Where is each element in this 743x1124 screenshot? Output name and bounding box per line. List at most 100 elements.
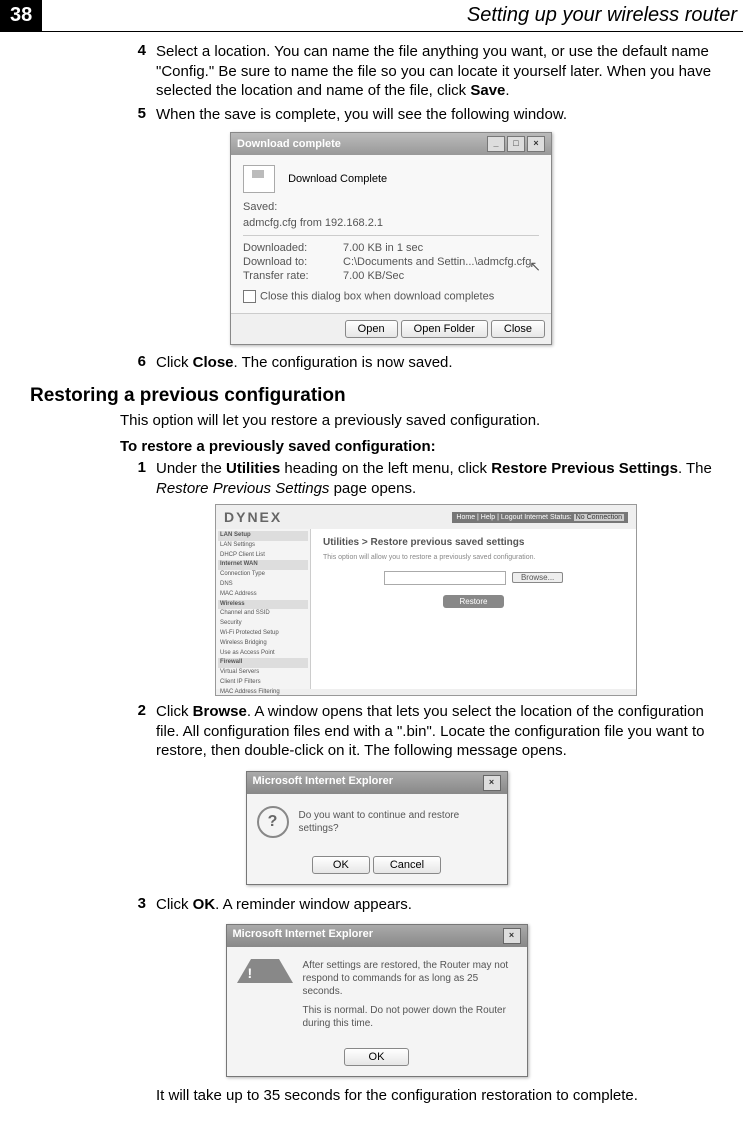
text: . The configuration is now saved.: [234, 354, 453, 371]
saved-file: admcfg.cfg from 192.168.2.1: [243, 217, 539, 229]
download-to-value: C:\Documents and Settin...\admcfg.cfg: [343, 256, 531, 268]
ok-keyword: OK: [193, 896, 216, 913]
dialog-title: Download complete: [237, 138, 487, 150]
text: Under the: [156, 460, 226, 477]
sidebar-item[interactable]: MAC Address: [218, 590, 308, 600]
question-icon: ?: [257, 806, 289, 838]
cursor-icon: ↖: [529, 258, 541, 275]
ok-button[interactable]: OK: [312, 856, 370, 874]
sidebar-item[interactable]: Connection Type: [218, 570, 308, 580]
router-logo: DYNEX: [224, 509, 282, 525]
sidebar-item[interactable]: Wi-Fi Protected Setup: [218, 629, 308, 639]
saved-label: Saved:: [243, 201, 539, 213]
close-button[interactable]: Close: [491, 320, 545, 338]
dialog-titlebar: Microsoft Internet Explorer ×: [247, 772, 507, 794]
step-text: Click OK. A reminder window appears.: [156, 895, 723, 915]
browse-button[interactable]: Browse...: [512, 572, 563, 583]
close-button[interactable]: ×: [503, 928, 521, 944]
ok-button[interactable]: OK: [344, 1048, 410, 1066]
sidebar-item[interactable]: Channel and SSID: [218, 609, 308, 619]
sidebar-item[interactable]: LAN Settings: [218, 541, 308, 551]
checkbox-label: Close this dialog box when download comp…: [260, 290, 494, 302]
ie-warning-dialog: Microsoft Internet Explorer × After sett…: [226, 924, 528, 1077]
sidebar-item[interactable]: Wireless Bridging: [218, 639, 308, 649]
step-text: When the save is complete, you will see …: [156, 105, 723, 125]
text: Click: [156, 703, 193, 720]
router-main: Utilities > Restore previous saved setti…: [311, 529, 636, 689]
maximize-button[interactable]: □: [507, 136, 525, 152]
router-ui-screenshot: DYNEX Home | Help | Logout Internet Stat…: [215, 504, 637, 696]
step-number: 3: [120, 895, 146, 915]
close-button[interactable]: ×: [527, 136, 545, 152]
page-number: 38: [0, 0, 42, 31]
dialog-titlebar: Download complete _ □ ×: [231, 133, 551, 155]
step-3: 3 Click OK. A reminder window appears.: [120, 895, 723, 915]
step-text: Under the Utilities heading on the left …: [156, 459, 723, 498]
dialog-text: Do you want to continue and restore sett…: [299, 809, 497, 835]
router-page-desc: This option will allow you to restore a …: [323, 554, 624, 561]
close-dialog-checkbox[interactable]: [243, 290, 256, 303]
step-4: 4 Select a location. You can name the fi…: [120, 42, 723, 101]
transfer-rate-value: 7.00 KB/Sec: [343, 270, 404, 282]
download-complete-text: Download Complete: [288, 173, 387, 185]
utilities-keyword: Utilities: [226, 460, 280, 477]
minimize-button[interactable]: _: [487, 136, 505, 152]
nav-tabs-text: Home | Help | Logout Internet Status:: [456, 514, 571, 521]
step-1: 1 Under the Utilities heading on the lef…: [120, 459, 723, 498]
step-number: 1: [120, 459, 146, 498]
step-5: 5 When the save is complete, you will se…: [120, 105, 723, 125]
cancel-button[interactable]: Cancel: [373, 856, 441, 874]
section-subheading: To restore a previously saved configurat…: [120, 438, 723, 455]
dialog-titlebar: Microsoft Internet Explorer ×: [227, 925, 527, 947]
download-complete-dialog: Download complete _ □ × Download Complet…: [230, 132, 552, 345]
text: .: [505, 82, 509, 99]
sidebar-item[interactable]: Virtual Servers: [218, 668, 308, 678]
text: Select a location. You can name the file…: [156, 43, 711, 99]
close-keyword: Close: [193, 354, 234, 371]
downloaded-label: Downloaded:: [243, 242, 343, 254]
step-number: 2: [120, 702, 146, 761]
close-button[interactable]: ×: [483, 775, 501, 791]
text: Click: [156, 354, 193, 371]
header-title: Setting up your wireless router: [467, 4, 743, 27]
file-path-input[interactable]: [384, 571, 506, 585]
text: . The: [678, 460, 712, 477]
sidebar-item[interactable]: DNS: [218, 580, 308, 590]
downloaded-value: 7.00 KB in 1 sec: [343, 242, 423, 254]
step-number: 6: [120, 353, 146, 373]
restore-previous-settings-keyword: Restore Previous Settings: [491, 460, 678, 477]
sidebar-item[interactable]: Security: [218, 619, 308, 629]
warning-icon: [237, 959, 293, 983]
sidebar-group-wan: Internet WAN: [218, 560, 308, 570]
ie-confirm-dialog: Microsoft Internet Explorer × ? Do you w…: [246, 771, 508, 885]
open-folder-button[interactable]: Open Folder: [401, 320, 488, 338]
download-to-label: Download to:: [243, 256, 343, 268]
sidebar-item[interactable]: Client IP Filters: [218, 678, 308, 688]
dialog-title: Microsoft Internet Explorer: [233, 928, 503, 944]
section-intro: This option will let you restore a previ…: [120, 411, 723, 431]
text: . A reminder window appears.: [215, 896, 412, 913]
step-2: 2 Click Browse. A window opens that lets…: [120, 702, 723, 761]
download-icon: [243, 165, 275, 193]
sidebar-item[interactable]: Use as Access Point: [218, 649, 308, 659]
browse-keyword: Browse: [193, 703, 247, 720]
router-page-title: Utilities > Restore previous saved setti…: [323, 537, 624, 548]
restore-button[interactable]: Restore: [443, 595, 503, 608]
sidebar-item[interactable]: MAC Address Filtering: [218, 688, 308, 696]
transfer-rate-label: Transfer rate:: [243, 270, 343, 282]
step-text: Click Browse. A window opens that lets y…: [156, 702, 723, 761]
step-text: Select a location. You can name the file…: [156, 42, 723, 101]
step-6: 6 Click Close. The configuration is now …: [120, 353, 723, 373]
dialog-button-row: Open Open Folder Close: [231, 313, 551, 344]
step-text: Click Close. The configuration is now sa…: [156, 353, 723, 373]
step-number: 5: [120, 105, 146, 125]
sidebar-group-firewall: Firewall: [218, 658, 308, 668]
dialog-text-line2: This is normal. Do not power down the Ro…: [303, 1004, 517, 1030]
dialog-text-line1: After settings are restored, the Router …: [303, 959, 517, 998]
step-number: 4: [120, 42, 146, 101]
sidebar-item[interactable]: DHCP Client List: [218, 551, 308, 561]
open-button[interactable]: Open: [345, 320, 398, 338]
page-header: 38 Setting up your wireless router: [0, 0, 743, 32]
page-name-italic: Restore Previous Settings: [156, 480, 329, 497]
dialog-body: Download Complete Saved: admcfg.cfg from…: [231, 155, 551, 313]
